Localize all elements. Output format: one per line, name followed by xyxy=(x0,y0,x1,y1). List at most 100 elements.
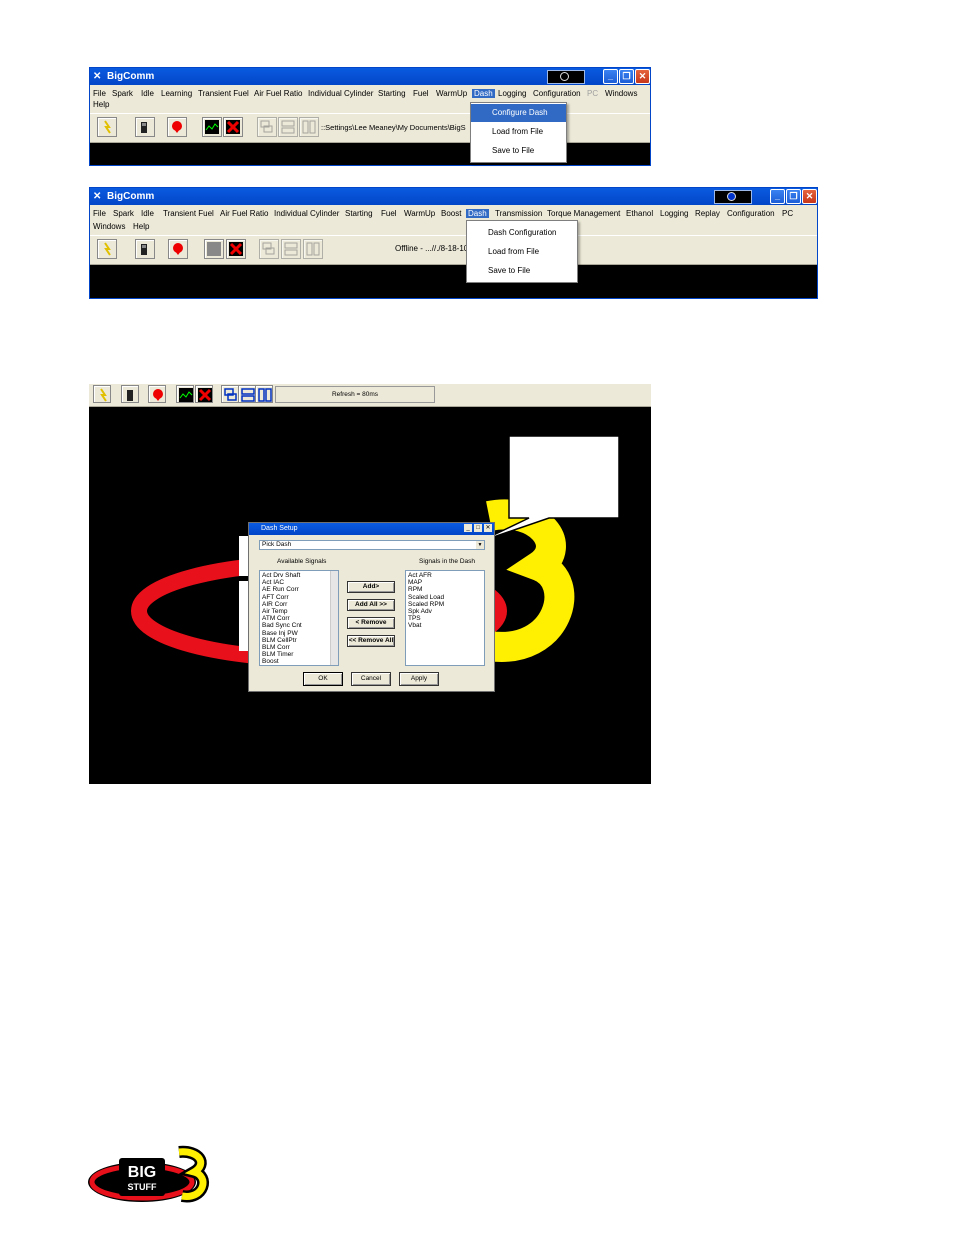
fuel-pump-button[interactable] xyxy=(135,239,155,259)
tile-horizontal-button[interactable] xyxy=(281,239,301,259)
menu-logging[interactable]: Logging xyxy=(498,89,526,98)
cascade-button[interactable] xyxy=(259,239,279,259)
list-item[interactable]: Act IAC xyxy=(262,579,336,586)
menu-transmission[interactable]: Transmission xyxy=(495,209,542,218)
list-item[interactable]: Bad Sync Cnt xyxy=(262,622,336,629)
menu-transient-fuel[interactable]: Transient Fuel xyxy=(163,209,214,218)
list-item[interactable]: BLM Timer xyxy=(262,651,336,658)
cancel-button[interactable]: Cancel xyxy=(351,672,391,686)
menu-spark[interactable]: Spark xyxy=(112,89,133,98)
list-item[interactable]: Air Temp xyxy=(262,608,336,615)
list-item[interactable]: Scaled RPM xyxy=(408,601,482,608)
list-item[interactable]: RPM xyxy=(408,586,482,593)
menu-idle[interactable]: Idle xyxy=(141,209,154,218)
fuel-pump-button[interactable] xyxy=(121,385,139,403)
menu-logging[interactable]: Logging xyxy=(660,209,688,218)
maximize-button[interactable]: ❐ xyxy=(786,189,801,204)
title-bar[interactable]: ✕ BigComm _ ❐ ✕ xyxy=(90,68,650,85)
cascade-button[interactable] xyxy=(221,385,239,403)
menu-item-dash-configuration[interactable]: Dash Configuration xyxy=(467,224,577,242)
menu-item-load-from-file[interactable]: Load from File xyxy=(467,243,577,261)
fuel-pump-button[interactable] xyxy=(135,117,155,137)
table-button[interactable] xyxy=(226,239,246,259)
menu-windows[interactable]: Windows xyxy=(93,222,125,231)
menu-boost[interactable]: Boost xyxy=(441,209,461,218)
chart-button[interactable] xyxy=(176,385,194,403)
menu-configuration[interactable]: Configuration xyxy=(727,209,775,218)
menu-air-fuel-ratio[interactable]: Air Fuel Ratio xyxy=(254,89,302,98)
menu-help[interactable]: Help xyxy=(93,100,109,109)
menu-fuel[interactable]: Fuel xyxy=(413,89,429,98)
remove-all-button[interactable]: << Remove All xyxy=(347,635,395,647)
table-button[interactable] xyxy=(195,385,213,403)
available-signals-list[interactable]: Act Drv Shaft Act IAC AE Run Corr AFT Co… xyxy=(259,570,339,666)
menu-spark[interactable]: Spark xyxy=(113,209,134,218)
apply-button[interactable]: Apply xyxy=(399,672,439,686)
pick-dash-select[interactable]: Pick Dash ▼ xyxy=(259,540,485,550)
list-item[interactable]: Scaled Load xyxy=(408,594,482,601)
menu-file[interactable]: File xyxy=(93,89,106,98)
menu-starting[interactable]: Starting xyxy=(345,209,373,218)
cascade-button[interactable] xyxy=(257,117,277,137)
ok-button[interactable]: OK xyxy=(303,672,343,686)
minimize-button[interactable]: _ xyxy=(603,69,618,84)
maximize-button[interactable]: ❐ xyxy=(619,69,634,84)
menu-learning[interactable]: Learning xyxy=(161,89,192,98)
menu-warmup[interactable]: WarmUp xyxy=(436,89,467,98)
menu-warmup[interactable]: WarmUp xyxy=(404,209,435,218)
chevron-down-icon[interactable]: ▼ xyxy=(476,541,484,549)
tile-horizontal-button[interactable] xyxy=(238,385,256,403)
list-item[interactable]: Base Inj PW xyxy=(262,630,336,637)
menu-item-configure-dash[interactable]: Configure Dash xyxy=(471,104,566,122)
menu-item-load-from-file[interactable]: Load from File xyxy=(471,123,566,141)
list-scrollbar[interactable] xyxy=(330,571,338,665)
list-item[interactable]: Boost xyxy=(262,658,336,665)
menu-pc[interactable]: PC xyxy=(587,89,598,98)
chart-button[interactable] xyxy=(204,239,224,259)
menu-help[interactable]: Help xyxy=(133,222,149,231)
dialog-title-bar[interactable]: Dash Setup _ □ ✕ xyxy=(249,523,494,535)
menu-starting[interactable]: Starting xyxy=(378,89,406,98)
dialog-min-icon[interactable]: _ xyxy=(464,524,472,532)
list-item[interactable]: Act AFR xyxy=(408,572,482,579)
connect-button[interactable] xyxy=(93,385,111,403)
menu-individual-cylinder[interactable]: Individual Cylinder xyxy=(274,209,339,218)
menu-item-save-to-file[interactable]: Save to File xyxy=(471,142,566,160)
menu-fuel[interactable]: Fuel xyxy=(381,209,397,218)
connect-button[interactable] xyxy=(97,239,117,259)
list-item[interactable]: ATM Corr xyxy=(262,615,336,622)
table-button[interactable] xyxy=(223,117,243,137)
minimize-button[interactable]: _ xyxy=(770,189,785,204)
connect-button[interactable] xyxy=(97,117,117,137)
menu-torque-management[interactable]: Torque Management xyxy=(547,209,620,218)
title-bar[interactable]: ✕ BigComm _ ❐ ✕ xyxy=(90,188,817,205)
spark-button[interactable] xyxy=(167,117,187,137)
tile-vertical-button[interactable] xyxy=(255,385,273,403)
list-item[interactable]: MAP xyxy=(408,579,482,586)
dialog-close-icon[interactable]: ✕ xyxy=(484,524,492,532)
menu-replay[interactable]: Replay xyxy=(695,209,720,218)
list-item[interactable]: AFT Corr xyxy=(262,594,336,601)
tile-horizontal-button[interactable] xyxy=(278,117,298,137)
menu-windows[interactable]: Windows xyxy=(605,89,637,98)
close-button[interactable]: ✕ xyxy=(802,189,817,204)
signals-in-dash-list[interactable]: Act AFR MAP RPM Scaled Load Scaled RPM S… xyxy=(405,570,485,666)
tile-vertical-button[interactable] xyxy=(299,117,319,137)
list-item[interactable]: Vbat xyxy=(408,622,482,629)
dialog-max-icon[interactable]: □ xyxy=(474,524,482,532)
menu-dash[interactable]: Dash xyxy=(466,209,489,218)
menu-transient-fuel[interactable]: Transient Fuel xyxy=(198,89,249,98)
list-item[interactable]: TPS xyxy=(408,615,482,622)
remove-button[interactable]: < Remove xyxy=(347,617,395,629)
menu-pc[interactable]: PC xyxy=(782,209,793,218)
spark-button[interactable] xyxy=(168,239,188,259)
spark-button[interactable] xyxy=(148,385,166,403)
menu-configuration[interactable]: Configuration xyxy=(533,89,581,98)
menu-file[interactable]: File xyxy=(93,209,106,218)
add-button[interactable]: Add> xyxy=(347,581,395,593)
list-item[interactable]: BLM Corr xyxy=(262,644,336,651)
menu-individual-cylinder[interactable]: Individual Cylinder xyxy=(308,89,373,98)
list-item[interactable]: Spk Adv xyxy=(408,608,482,615)
tile-vertical-button[interactable] xyxy=(303,239,323,259)
list-item[interactable]: BLM CellPtr xyxy=(262,637,336,644)
